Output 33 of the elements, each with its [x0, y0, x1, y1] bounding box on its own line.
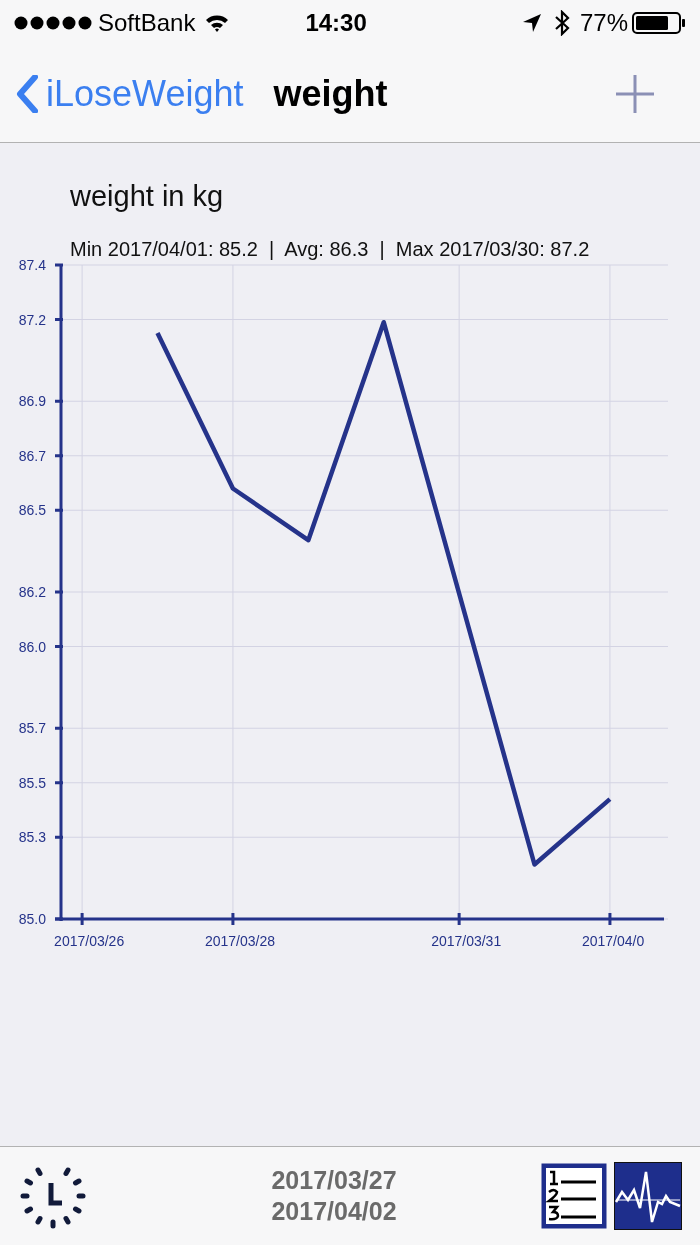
carrier-name: SoftBank: [98, 8, 196, 38]
axis-tick-label: 85.7: [18, 720, 46, 737]
battery-percent: 77%: [579, 8, 628, 38]
battery-icon: [632, 12, 686, 34]
axis-tick-label: 2017/03/26: [54, 933, 125, 949]
chart-title: weight in kg: [70, 179, 224, 214]
wifi-icon: [205, 14, 230, 32]
chevron-left-icon: [16, 75, 38, 113]
axis-tick-label: 2017/03/28: [204, 933, 275, 949]
range-end-date: 2017/04/02: [271, 1196, 397, 1227]
axis-tick-label: 86.5: [18, 502, 46, 519]
axis-tick-label: 2017/04/0: [581, 933, 645, 949]
chart-summary: Min 2017/04/01: 85.2 | Avg: 86.3 | Max 2017/03/30: 87.2: [70, 237, 590, 262]
line-graph-icon[interactable]: [614, 1162, 682, 1230]
range-start-date: 2017/03/27: [271, 1165, 397, 1196]
axis-tick-label: 87.4: [18, 257, 46, 273]
clock-time: 14:30: [305, 8, 367, 38]
back-button[interactable]: iLoseWeight: [16, 67, 244, 121]
location-arrow-icon: [521, 13, 542, 33]
axis-tick-label: 85.0: [18, 911, 46, 927]
signal-icon: [14, 16, 94, 30]
axis-tick-label: 85.5: [18, 774, 46, 791]
screen-title: weight: [273, 72, 388, 116]
axis-tick-label: 86.7: [18, 447, 46, 464]
axis-tick-label: 87.2: [18, 311, 46, 328]
axis-tick-label: 85.3: [18, 829, 46, 846]
axis-tick-label: 86.0: [18, 638, 46, 655]
axis-tick-label: 86.9: [18, 393, 46, 410]
bluetooth-icon: [553, 10, 570, 36]
add-button[interactable]: [614, 73, 656, 115]
axis-tick-label: 2017/03/31: [431, 933, 502, 949]
numbered-list-icon[interactable]: [540, 1162, 608, 1230]
axis-tick-label: 86.2: [18, 584, 46, 600]
